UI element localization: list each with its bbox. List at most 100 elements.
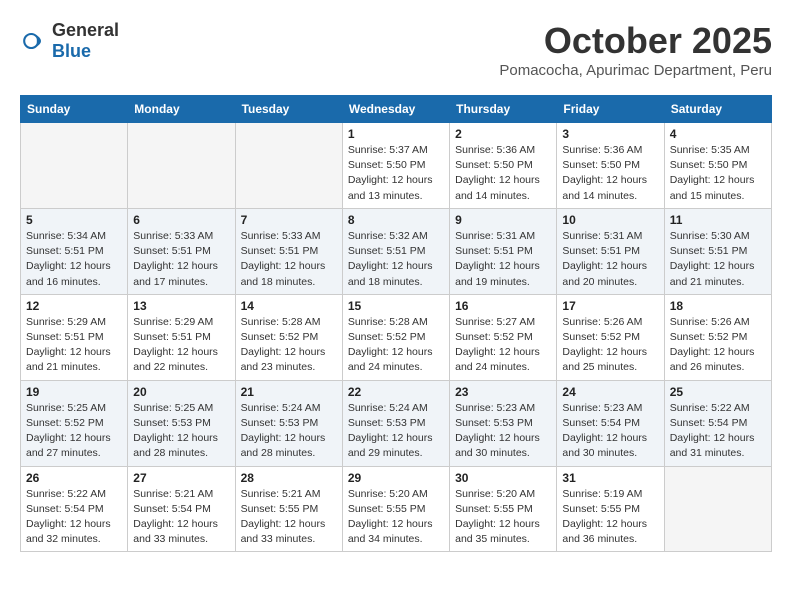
calendar-cell: 10Sunrise: 5:31 AM Sunset: 5:51 PM Dayli… — [557, 208, 664, 294]
day-number: 11 — [670, 213, 766, 227]
calendar-cell: 22 Sunrise: 5:24 AM Sunset: 5:53 PM Dayli… — [342, 380, 449, 466]
calendar-cell: 3Sunrise: 5:36 AM Sunset: 5:50 PM Daylig… — [557, 123, 664, 209]
day-number: 23 — [455, 385, 551, 399]
day-number: 2 — [455, 127, 551, 141]
calendar-cell: 12 Sunrise: 5:29 AM Sunset: 5:51 PM Dayli… — [21, 294, 128, 380]
logo-icon — [20, 27, 48, 55]
day-number: 29 — [348, 471, 444, 485]
day-info: Sunrise: 5:28 AM Sunset: 5:52 PM Dayligh… — [241, 315, 337, 376]
day-number: 25 — [670, 385, 766, 399]
day-info: Sunrise: 5:29 AM Sunset: 5:51 PM Dayligh… — [133, 315, 229, 376]
header-sunday: Sunday — [21, 96, 128, 123]
calendar-cell: 9Sunrise: 5:31 AM Sunset: 5:51 PM Daylig… — [450, 208, 557, 294]
day-number: 19 — [26, 385, 122, 399]
day-number: 30 — [455, 471, 551, 485]
header-wednesday: Wednesday — [342, 96, 449, 123]
calendar-cell: 4 Sunrise: 5:35 AM Sunset: 5:50 PM Daylig… — [664, 123, 771, 209]
day-number: 5 — [26, 213, 122, 227]
day-info: Sunrise: 5:21 AM Sunset: 5:55 PM Dayligh… — [241, 487, 337, 548]
header-saturday: Saturday — [664, 96, 771, 123]
day-info: Sunrise: 5:36 AM Sunset: 5:50 PM Dayligh… — [455, 143, 551, 204]
week-row-2: 12 Sunrise: 5:29 AM Sunset: 5:51 PM Dayli… — [21, 294, 772, 380]
calendar-cell: 23 Sunrise: 5:23 AM Sunset: 5:53 PM Dayli… — [450, 380, 557, 466]
calendar-cell: 11 Sunrise: 5:30 AM Sunset: 5:51 PM Dayli… — [664, 208, 771, 294]
calendar-cell: 24Sunrise: 5:23 AM Sunset: 5:54 PM Dayli… — [557, 380, 664, 466]
day-info: Sunrise: 5:37 AM Sunset: 5:50 PM Dayligh… — [348, 143, 444, 204]
calendar-cell: 14 Sunrise: 5:28 AM Sunset: 5:52 PM Dayli… — [235, 294, 342, 380]
day-info: Sunrise: 5:24 AM Sunset: 5:53 PM Dayligh… — [241, 401, 337, 462]
day-number: 18 — [670, 299, 766, 313]
day-number: 26 — [26, 471, 122, 485]
day-info: Sunrise: 5:20 AM Sunset: 5:55 PM Dayligh… — [455, 487, 551, 548]
header-tuesday: Tuesday — [235, 96, 342, 123]
day-number: 31 — [562, 471, 658, 485]
page-header: General Blue October 2025 Pomacocha, Apu… — [20, 20, 772, 79]
calendar-cell: 20 Sunrise: 5:25 AM Sunset: 5:53 PM Dayli… — [128, 380, 235, 466]
day-info: Sunrise: 5:29 AM Sunset: 5:51 PM Dayligh… — [26, 315, 122, 376]
title-block: October 2025 Pomacocha, Apurimac Departm… — [499, 20, 772, 79]
calendar-table: SundayMondayTuesdayWednesdayThursdayFrid… — [20, 95, 772, 552]
day-number: 22 — [348, 385, 444, 399]
day-number: 10 — [562, 213, 658, 227]
calendar-cell: 31Sunrise: 5:19 AM Sunset: 5:55 PM Dayli… — [557, 466, 664, 552]
calendar-cell: 27 Sunrise: 5:21 AM Sunset: 5:54 PM Dayli… — [128, 466, 235, 552]
day-number: 21 — [241, 385, 337, 399]
day-number: 16 — [455, 299, 551, 313]
day-number: 12 — [26, 299, 122, 313]
day-info: Sunrise: 5:22 AM Sunset: 5:54 PM Dayligh… — [26, 487, 122, 548]
day-number: 17 — [562, 299, 658, 313]
calendar-cell: 7 Sunrise: 5:33 AM Sunset: 5:51 PM Daylig… — [235, 208, 342, 294]
day-info: Sunrise: 5:26 AM Sunset: 5:52 PM Dayligh… — [670, 315, 766, 376]
day-info: Sunrise: 5:25 AM Sunset: 5:53 PM Dayligh… — [133, 401, 229, 462]
calendar-cell — [235, 123, 342, 209]
day-info: Sunrise: 5:20 AM Sunset: 5:55 PM Dayligh… — [348, 487, 444, 548]
subtitle: Pomacocha, Apurimac Department, Peru — [499, 62, 772, 79]
logo: General Blue — [20, 20, 119, 62]
month-title: October 2025 — [499, 20, 772, 62]
calendar-cell: 6Sunrise: 5:33 AM Sunset: 5:51 PM Daylig… — [128, 208, 235, 294]
day-number: 20 — [133, 385, 229, 399]
day-info: Sunrise: 5:33 AM Sunset: 5:51 PM Dayligh… — [133, 229, 229, 290]
calendar-cell — [21, 123, 128, 209]
calendar-cell: 15 Sunrise: 5:28 AM Sunset: 5:52 PM Dayli… — [342, 294, 449, 380]
day-number: 28 — [241, 471, 337, 485]
day-info: Sunrise: 5:25 AM Sunset: 5:52 PM Dayligh… — [26, 401, 122, 462]
week-row-0: 1 Sunrise: 5:37 AM Sunset: 5:50 PM Daylig… — [21, 123, 772, 209]
day-number: 4 — [670, 127, 766, 141]
day-info: Sunrise: 5:27 AM Sunset: 5:52 PM Dayligh… — [455, 315, 551, 376]
header-row: SundayMondayTuesdayWednesdayThursdayFrid… — [21, 96, 772, 123]
calendar-cell: 13 Sunrise: 5:29 AM Sunset: 5:51 PM Dayli… — [128, 294, 235, 380]
day-number: 8 — [348, 213, 444, 227]
header-friday: Friday — [557, 96, 664, 123]
day-number: 15 — [348, 299, 444, 313]
day-number: 27 — [133, 471, 229, 485]
calendar-cell: 8 Sunrise: 5:32 AM Sunset: 5:51 PM Daylig… — [342, 208, 449, 294]
day-info: Sunrise: 5:21 AM Sunset: 5:54 PM Dayligh… — [133, 487, 229, 548]
calendar-cell: 26 Sunrise: 5:22 AM Sunset: 5:54 PM Dayli… — [21, 466, 128, 552]
logo-general: General — [52, 20, 119, 40]
day-number: 13 — [133, 299, 229, 313]
day-number: 1 — [348, 127, 444, 141]
day-info: Sunrise: 5:26 AM Sunset: 5:52 PM Dayligh… — [562, 315, 658, 376]
day-number: 7 — [241, 213, 337, 227]
logo-blue: Blue — [52, 41, 91, 61]
day-info: Sunrise: 5:36 AM Sunset: 5:50 PM Dayligh… — [562, 143, 658, 204]
day-number: 14 — [241, 299, 337, 313]
calendar-cell: 17 Sunrise: 5:26 AM Sunset: 5:52 PM Dayli… — [557, 294, 664, 380]
header-monday: Monday — [128, 96, 235, 123]
day-info: Sunrise: 5:28 AM Sunset: 5:52 PM Dayligh… — [348, 315, 444, 376]
day-info: Sunrise: 5:35 AM Sunset: 5:50 PM Dayligh… — [670, 143, 766, 204]
day-number: 9 — [455, 213, 551, 227]
day-info: Sunrise: 5:23 AM Sunset: 5:53 PM Dayligh… — [455, 401, 551, 462]
day-info: Sunrise: 5:30 AM Sunset: 5:51 PM Dayligh… — [670, 229, 766, 290]
week-row-4: 26 Sunrise: 5:22 AM Sunset: 5:54 PM Dayli… — [21, 466, 772, 552]
calendar-cell: 5 Sunrise: 5:34 AM Sunset: 5:51 PM Daylig… — [21, 208, 128, 294]
calendar-cell — [664, 466, 771, 552]
day-info: Sunrise: 5:34 AM Sunset: 5:51 PM Dayligh… — [26, 229, 122, 290]
day-info: Sunrise: 5:33 AM Sunset: 5:51 PM Dayligh… — [241, 229, 337, 290]
day-number: 24 — [562, 385, 658, 399]
header-thursday: Thursday — [450, 96, 557, 123]
day-info: Sunrise: 5:24 AM Sunset: 5:53 PM Dayligh… — [348, 401, 444, 462]
day-info: Sunrise: 5:32 AM Sunset: 5:51 PM Dayligh… — [348, 229, 444, 290]
calendar-cell: 28 Sunrise: 5:21 AM Sunset: 5:55 PM Dayli… — [235, 466, 342, 552]
